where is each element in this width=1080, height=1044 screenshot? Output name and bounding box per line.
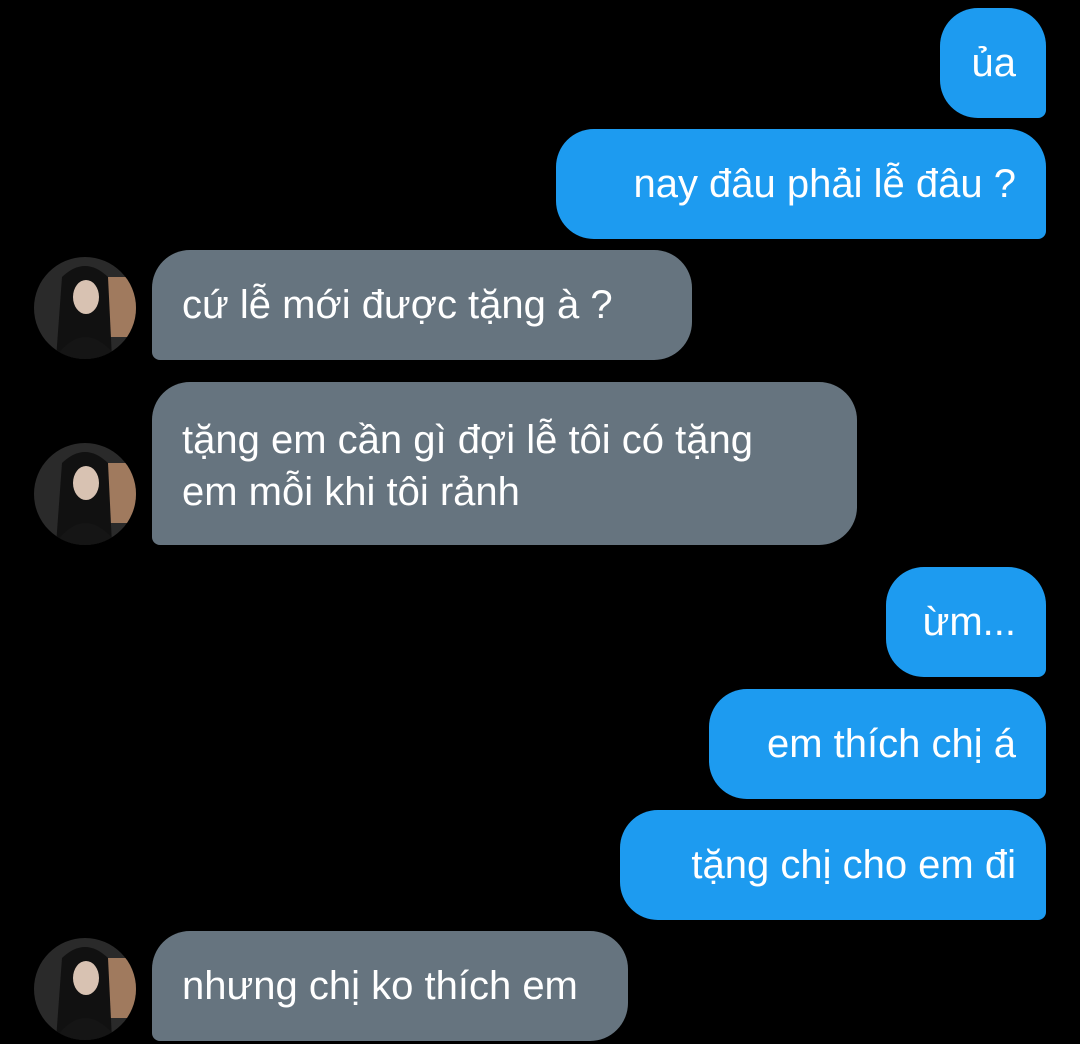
message-text: ủa — [971, 41, 1017, 85]
message-text: tặng chị cho em đi — [691, 843, 1016, 887]
sent-message-bubble[interactable]: em thích chị á — [709, 689, 1046, 799]
contact-avatar-icon[interactable] — [34, 938, 136, 1040]
message-text: ừm... — [922, 600, 1016, 644]
sent-message-bubble[interactable]: ừm... — [886, 567, 1046, 677]
message-text: tặng em cần gì đợi lễ tôi có tặng em mỗi… — [182, 418, 754, 514]
message-text: em thích chị á — [766, 722, 1016, 766]
received-message-bubble[interactable]: cứ lễ mới được tặng à ? — [152, 250, 692, 360]
received-message-bubble[interactable]: tặng em cần gì đợi lễ tôi có tặng em mỗi… — [152, 382, 857, 545]
received-message-bubble[interactable]: nhưng chị ko thích em — [152, 931, 628, 1041]
message-text: cứ lễ mới được tặng à ? — [182, 283, 613, 327]
contact-avatar-icon[interactable] — [34, 257, 136, 359]
contact-avatar-icon[interactable] — [34, 443, 136, 545]
sent-message-bubble[interactable]: nay đâu phải lễ đâu ? — [556, 129, 1046, 239]
message-text: nay đâu phải lễ đâu ? — [633, 162, 1016, 206]
message-text: nhưng chị ko thích em — [182, 964, 578, 1008]
sent-message-bubble[interactable]: ủa — [940, 8, 1046, 118]
sent-message-bubble[interactable]: tặng chị cho em đi — [620, 810, 1046, 920]
